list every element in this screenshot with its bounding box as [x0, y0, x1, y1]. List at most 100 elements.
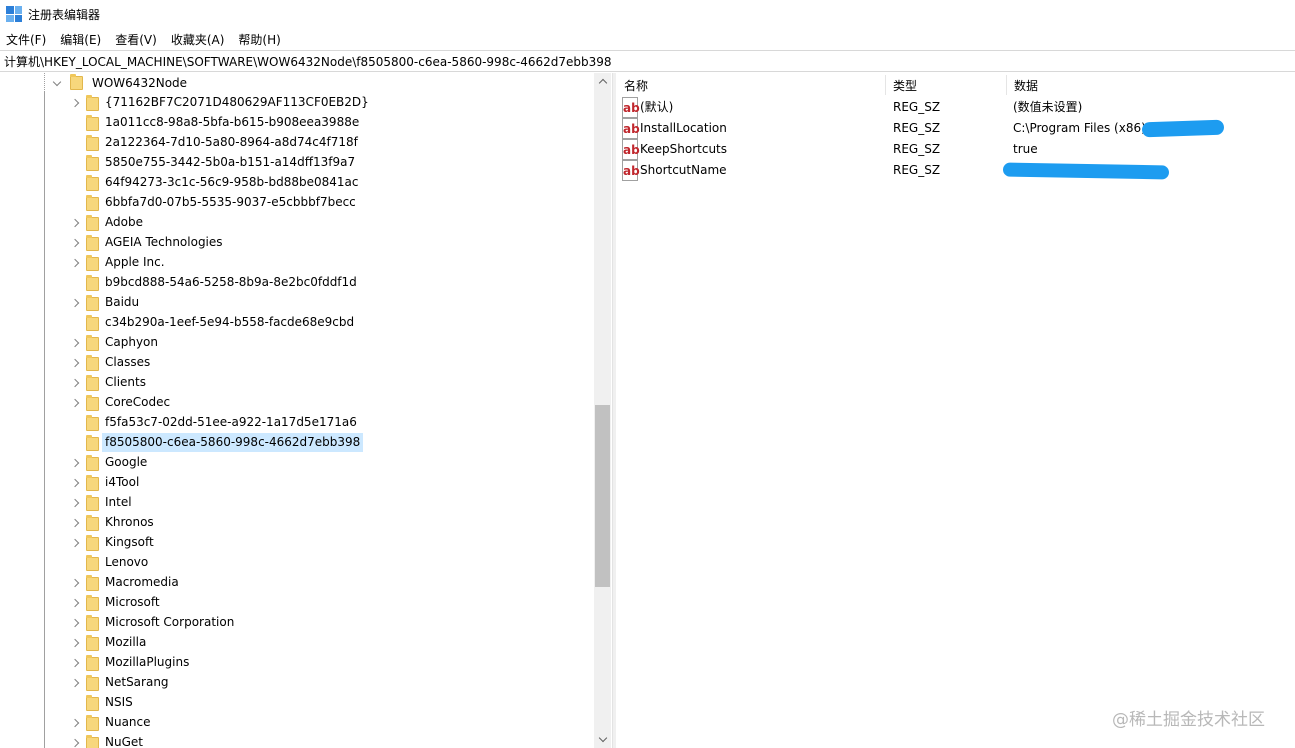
- tree-item[interactable]: Apple Inc.: [0, 251, 594, 273]
- value-row[interactable]: ab ShortcutName REG_SZ: [617, 160, 1295, 181]
- tree-item[interactable]: i4Tool: [0, 471, 594, 493]
- tree-item[interactable]: Microsoft: [0, 591, 594, 613]
- tree-guide-line: [44, 251, 45, 273]
- menu-help[interactable]: 帮助(H): [238, 31, 287, 48]
- tree-guide-line: [44, 91, 45, 113]
- chevron-right-icon[interactable]: [70, 458, 80, 468]
- chevron-right-icon[interactable]: [70, 478, 80, 488]
- tree-item-wow6432node[interactable]: WOW6432Node: [52, 73, 187, 93]
- tree-item[interactable]: Kingsoft: [0, 531, 594, 553]
- chevron-right-icon[interactable]: [70, 338, 80, 348]
- tree-item[interactable]: f5fa53c7-02dd-51ee-a922-1a17d5e171a6: [0, 411, 594, 433]
- tree-item[interactable]: NetSarang: [0, 671, 594, 693]
- folder-icon: [86, 415, 99, 431]
- address-bar[interactable]: 计算机\HKEY_LOCAL_MACHINE\SOFTWARE\WOW6432N…: [0, 50, 1295, 72]
- chevron-right-icon[interactable]: [70, 498, 80, 508]
- tree-item[interactable]: Caphyon: [0, 331, 594, 353]
- tree-item[interactable]: AGEIA Technologies: [0, 231, 594, 253]
- tree-item[interactable]: Clients: [0, 371, 594, 393]
- folder-icon: [86, 375, 99, 391]
- column-header-name[interactable]: 名称: [617, 73, 885, 97]
- key-tree: WOW6432Node {71162BF7C2071D480629AF113CF…: [0, 73, 611, 748]
- tree-item-label: i4Tool: [105, 475, 140, 489]
- string-value-icon: ab: [622, 97, 640, 118]
- chevron-right-icon[interactable]: [70, 218, 80, 228]
- pane-splitter[interactable]: [612, 73, 616, 748]
- tree-item[interactable]: Macromedia: [0, 571, 594, 593]
- chevron-right-icon[interactable]: [70, 378, 80, 388]
- tree-item[interactable]: 1a011cc8-98a8-5bfa-b615-b908eea3988e: [0, 111, 594, 133]
- tree-item[interactable]: 2a122364-7d10-5a80-8964-a8d74c4f718f: [0, 131, 594, 153]
- chevron-right-icon[interactable]: [70, 658, 80, 668]
- tree-guide-line: [44, 211, 45, 233]
- scroll-thumb[interactable]: [595, 405, 610, 587]
- chevron-right-icon[interactable]: [70, 398, 80, 408]
- tree-item[interactable]: 5850e755-3442-5b0a-b151-a14dff13f9a7: [0, 151, 594, 173]
- tree-scrollbar[interactable]: [594, 73, 611, 748]
- tree-guide-line: [44, 291, 45, 313]
- chevron-right-icon[interactable]: [70, 98, 80, 108]
- tree-item[interactable]: Lenovo: [0, 551, 594, 573]
- folder-icon: [86, 435, 99, 451]
- chevron-right-icon[interactable]: [70, 718, 80, 728]
- column-header-data[interactable]: 数据: [1007, 73, 1295, 97]
- chevron-right-icon[interactable]: [70, 578, 80, 588]
- menu-view[interactable]: 查看(V): [115, 31, 164, 48]
- chevron-right-icon[interactable]: [70, 678, 80, 688]
- tree-item[interactable]: CoreCodec: [0, 391, 594, 413]
- tree-item[interactable]: Nuance: [0, 711, 594, 733]
- tree-item[interactable]: Khronos: [0, 511, 594, 533]
- tree-item[interactable]: Mozilla: [0, 631, 594, 653]
- tree-item[interactable]: MozillaPlugins: [0, 651, 594, 673]
- tree-guide-line: [44, 611, 45, 633]
- address-path[interactable]: 计算机\HKEY_LOCAL_MACHINE\SOFTWARE\WOW6432N…: [4, 53, 612, 70]
- chevron-down-icon[interactable]: [52, 78, 62, 88]
- tree-item-label: Mozilla: [105, 635, 147, 649]
- tree-guide-line: [44, 351, 45, 373]
- value-row[interactable]: ab InstallLocation REG_SZ C:\Program Fil…: [617, 118, 1295, 139]
- value-row[interactable]: ab KeepShortcuts REG_SZ true: [617, 139, 1295, 160]
- tree-item[interactable]: NuGet: [0, 731, 594, 748]
- folder-icon: [70, 74, 83, 90]
- menu-edit[interactable]: 编辑(E): [60, 31, 108, 48]
- chevron-right-icon[interactable]: [70, 358, 80, 368]
- tree-item[interactable]: f8505800-c6ea-5860-998c-4662d7ebb398: [0, 431, 594, 453]
- chevron-right-icon[interactable]: [70, 518, 80, 528]
- chevron-right-icon[interactable]: [70, 298, 80, 308]
- tree-item[interactable]: Microsoft Corporation: [0, 611, 594, 633]
- string-value-icon: ab: [622, 160, 640, 181]
- tree-item[interactable]: 64f94273-3c1c-56c9-958b-bd88be0841ac: [0, 171, 594, 193]
- tree-guide-line: [44, 671, 45, 693]
- chevron-right-icon[interactable]: [70, 538, 80, 548]
- tree-item[interactable]: c34b290a-1eef-5e94-b558-facde68e9cbd: [0, 311, 594, 333]
- tree-item[interactable]: Google: [0, 451, 594, 473]
- menu-favorites[interactable]: 收藏夹(A): [171, 31, 232, 48]
- chevron-right-icon[interactable]: [70, 738, 80, 748]
- tree-guide-line: [44, 491, 45, 513]
- tree-item[interactable]: b9bcd888-54a6-5258-8b9a-8e2bc0fddf1d: [0, 271, 594, 293]
- folder-icon: [86, 615, 99, 631]
- tree-item[interactable]: NSIS: [0, 691, 594, 713]
- value-row[interactable]: ab (默认) REG_SZ (数值未设置): [617, 97, 1295, 118]
- chevron-right-icon[interactable]: [70, 618, 80, 628]
- scroll-down-arrow-icon[interactable]: [594, 731, 611, 748]
- folder-icon: [86, 315, 99, 331]
- scroll-up-arrow-icon[interactable]: [594, 73, 611, 90]
- menu-file[interactable]: 文件(F): [6, 31, 53, 48]
- tree-item[interactable]: Intel: [0, 491, 594, 513]
- chevron-right-icon[interactable]: [70, 258, 80, 268]
- tree-guide-line: [44, 311, 45, 333]
- tree-item[interactable]: Adobe: [0, 211, 594, 233]
- column-header-type[interactable]: 类型: [886, 73, 1006, 97]
- tree-guide-line: [44, 691, 45, 713]
- folder-icon: [86, 515, 99, 531]
- chevron-right-icon[interactable]: [70, 638, 80, 648]
- folder-icon: [86, 595, 99, 611]
- tree-item[interactable]: Classes: [0, 351, 594, 373]
- tree-item[interactable]: {71162BF7C2071D480629AF113CF0EB2D}: [0, 91, 594, 113]
- chevron-right-icon[interactable]: [70, 598, 80, 608]
- tree-item[interactable]: 6bbfa7d0-07b5-5535-9037-e5cbbbf7becc: [0, 191, 594, 213]
- chevron-right-icon[interactable]: [70, 238, 80, 248]
- value-name: InstallLocation: [640, 121, 727, 135]
- tree-item[interactable]: Baidu: [0, 291, 594, 313]
